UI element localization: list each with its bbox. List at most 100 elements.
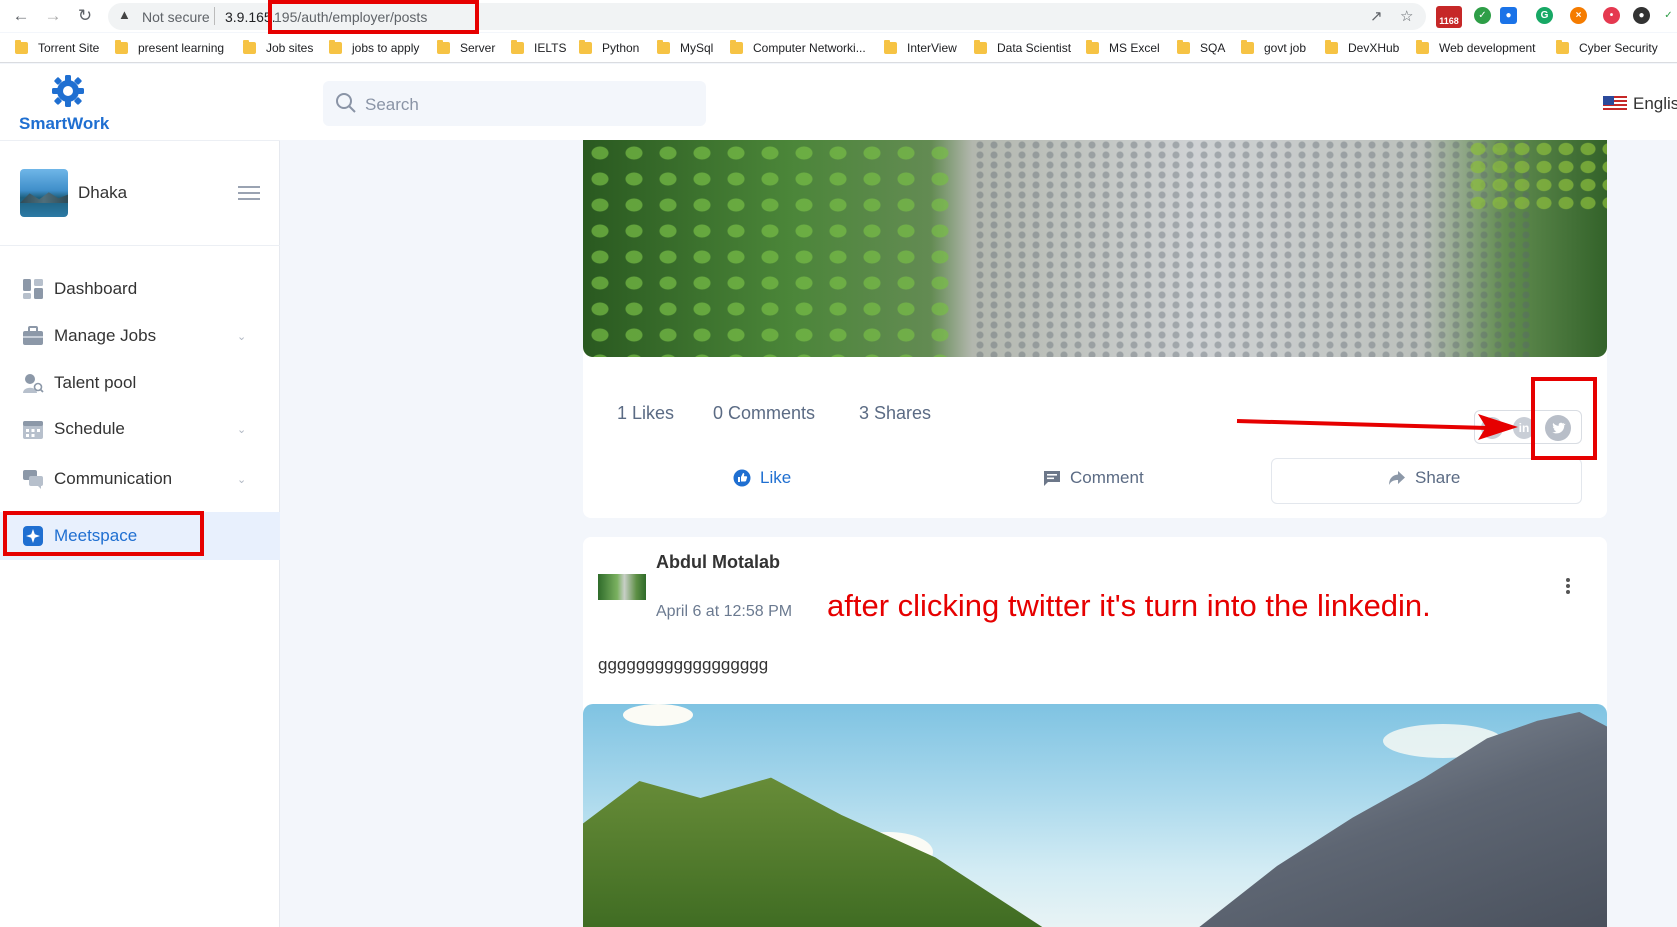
bookmark[interactable]: SQA bbox=[1177, 40, 1225, 55]
star-icon[interactable]: ☆ bbox=[1400, 7, 1413, 25]
folder-icon bbox=[511, 40, 524, 54]
sidebar-item-communication[interactable]: Communication ⌄ bbox=[0, 456, 280, 502]
sidebar-item-dashboard[interactable]: Dashboard bbox=[0, 266, 280, 312]
author-avatar[interactable] bbox=[598, 574, 646, 600]
post-image[interactable] bbox=[583, 704, 1607, 927]
calendar-icon bbox=[23, 421, 43, 439]
sidebar-item-label: Talent pool bbox=[54, 373, 137, 392]
bookmarks-bar: Torrent Site present learning Job sites … bbox=[0, 33, 1677, 63]
sidebar-item-label: Manage Jobs bbox=[54, 326, 157, 345]
comment-label: Comment bbox=[1070, 468, 1144, 487]
sidebar-item-label: Dashboard bbox=[54, 279, 138, 298]
check-extension-icon[interactable]: ✓ bbox=[1660, 7, 1677, 24]
post-text: gggggggggggggggggg bbox=[598, 655, 769, 674]
folder-icon bbox=[15, 40, 28, 54]
drop-extension-icon[interactable]: ● bbox=[1500, 7, 1517, 24]
search-placeholder: Search bbox=[365, 95, 419, 114]
bookmark[interactable]: Python bbox=[579, 40, 639, 55]
us-flag-icon bbox=[1603, 96, 1627, 112]
folder-icon bbox=[730, 40, 743, 54]
folder-icon bbox=[437, 40, 450, 54]
dark-extension-icon[interactable]: ● bbox=[1633, 7, 1650, 24]
bookmark[interactable]: DevXHub bbox=[1325, 40, 1399, 55]
more-options-icon[interactable] bbox=[1566, 578, 1570, 594]
annotation-text: after clicking twitter it's turn into th… bbox=[827, 588, 1431, 623]
profile-section: Dhaka bbox=[0, 141, 280, 246]
like-label: Like bbox=[760, 468, 792, 487]
chevron-down-icon[interactable]: ⌄ bbox=[237, 330, 246, 343]
chevron-down-icon[interactable]: ⌄ bbox=[237, 473, 246, 486]
bookmark[interactable]: Computer Networki... bbox=[730, 40, 866, 55]
like-icon bbox=[733, 469, 751, 487]
gmail-extension-icon[interactable]: 1168 bbox=[1436, 6, 1462, 28]
image-cloud bbox=[623, 704, 693, 726]
folder-icon bbox=[1556, 40, 1569, 54]
folder-icon bbox=[1416, 40, 1429, 54]
arrow-head-icon bbox=[1478, 414, 1518, 440]
post-author[interactable]: Abdul Motalab bbox=[656, 552, 780, 573]
tag-extension-icon[interactable]: • bbox=[1603, 7, 1620, 24]
bookmark[interactable]: IELTS bbox=[511, 40, 566, 55]
grammarly-icon[interactable]: G bbox=[1536, 7, 1553, 24]
like-button[interactable]: Like bbox=[733, 468, 791, 488]
reload-icon[interactable]: ↻ bbox=[74, 5, 96, 27]
image-hedge bbox=[1467, 140, 1607, 210]
avatar[interactable] bbox=[20, 169, 68, 217]
forward-icon[interactable]: → bbox=[42, 5, 64, 27]
profile-name: Dhaka bbox=[78, 183, 128, 202]
post-image[interactable] bbox=[583, 140, 1607, 357]
comment-button[interactable]: Comment bbox=[1043, 468, 1144, 488]
folder-icon bbox=[884, 40, 897, 54]
sidebar-item-talent-pool[interactable]: Talent pool bbox=[0, 360, 280, 406]
share-label: Share bbox=[1415, 468, 1461, 487]
share-page-icon[interactable]: ↗ bbox=[1370, 7, 1383, 25]
bookmark[interactable]: MySql bbox=[657, 40, 713, 55]
search-icon bbox=[336, 93, 356, 113]
folder-icon bbox=[1177, 40, 1190, 54]
bookmark[interactable]: Cyber Security bbox=[1556, 40, 1658, 55]
search-input[interactable]: Search bbox=[323, 81, 706, 126]
chat-icon bbox=[23, 470, 43, 489]
chevron-down-icon[interactable]: ⌄ bbox=[237, 423, 246, 436]
menu-toggle-icon[interactable] bbox=[238, 186, 260, 200]
bookmark[interactable]: Web development bbox=[1416, 40, 1536, 55]
bookmark[interactable]: InterView bbox=[884, 40, 957, 55]
image-hill bbox=[583, 777, 1053, 927]
folder-icon bbox=[243, 40, 256, 54]
warning-icon: ▲ bbox=[118, 7, 131, 22]
folder-icon bbox=[1325, 40, 1338, 54]
post-timestamp: April 6 at 12:58 PM bbox=[656, 603, 793, 620]
image-path bbox=[973, 140, 1533, 357]
briefcase-icon bbox=[23, 326, 43, 345]
language-selector[interactable]: Englis bbox=[1603, 94, 1677, 114]
bookmark[interactable]: present learning bbox=[115, 40, 224, 55]
share-action[interactable]: Share bbox=[1388, 468, 1460, 488]
x-extension-icon[interactable]: × bbox=[1570, 7, 1587, 24]
folder-icon bbox=[579, 40, 592, 54]
shield-extension-icon[interactable]: ✓ bbox=[1474, 7, 1491, 24]
folder-icon bbox=[657, 40, 670, 54]
comment-icon bbox=[1044, 471, 1060, 486]
bookmark[interactable]: jobs to apply bbox=[329, 40, 419, 55]
comments-count[interactable]: 0 Comments bbox=[713, 403, 815, 424]
bookmark[interactable]: Job sites bbox=[243, 40, 313, 55]
image-foliage bbox=[583, 140, 963, 357]
logo-gear-icon[interactable] bbox=[50, 74, 86, 110]
bookmark[interactable]: Data Scientist bbox=[974, 40, 1071, 55]
shares-count[interactable]: 3 Shares bbox=[859, 403, 931, 424]
sidebar-item-schedule[interactable]: Schedule ⌄ bbox=[0, 406, 280, 452]
url-highlight-box bbox=[268, 0, 479, 34]
security-label: Not secure bbox=[142, 9, 210, 25]
sidebar-item-label: Communication bbox=[54, 469, 173, 488]
back-icon[interactable]: ← bbox=[10, 5, 32, 27]
twitter-highlight-box bbox=[1531, 377, 1597, 460]
likes-count[interactable]: 1 Likes bbox=[617, 403, 674, 424]
bookmark[interactable]: Torrent Site bbox=[15, 40, 99, 55]
bookmark[interactable]: govt job bbox=[1241, 40, 1306, 55]
sidebar-item-manage-jobs[interactable]: Manage Jobs ⌄ bbox=[0, 313, 280, 359]
app-header bbox=[0, 64, 1677, 140]
folder-icon bbox=[1086, 40, 1099, 54]
bookmark[interactable]: MS Excel bbox=[1086, 40, 1160, 55]
logo-text[interactable]: SmartWork bbox=[19, 114, 109, 134]
bookmark[interactable]: Server bbox=[437, 40, 495, 55]
